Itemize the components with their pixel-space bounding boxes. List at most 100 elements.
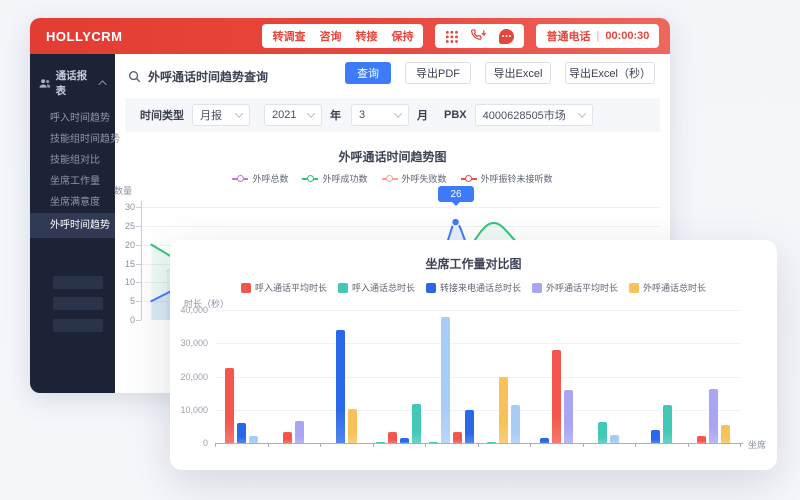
year-select[interactable]: 2021 (264, 104, 322, 126)
bar-group-7 (530, 310, 583, 443)
bar-lightblue[interactable] (610, 435, 619, 443)
bar-purple[interactable] (295, 421, 304, 443)
chevron-up-icon (98, 80, 106, 88)
bar-blue[interactable] (540, 438, 549, 443)
bar-yellow[interactable] (721, 425, 730, 443)
y-axis-tick-label: 10,000 (170, 405, 208, 415)
bar-yellow[interactable] (499, 377, 508, 444)
phone-call-icon[interactable] (470, 29, 487, 44)
y-axis-tick-label: 15 (93, 259, 135, 269)
bar-teal[interactable] (376, 442, 385, 444)
bar-red[interactable] (388, 432, 397, 443)
legend-swatch-icon (426, 283, 436, 293)
bar-purple[interactable] (709, 389, 718, 443)
bar-red[interactable] (283, 432, 292, 443)
sidebar-item-技能组对比[interactable]: 技能组对比 (30, 150, 115, 171)
year-value: 2021 (272, 109, 296, 121)
y-axis-tick-label: 20 (93, 240, 135, 250)
y-axis-tick-label: 25 (93, 221, 135, 231)
chevron-down-icon (307, 109, 315, 117)
bar-group-4 (373, 310, 426, 443)
bar-red[interactable] (697, 436, 706, 443)
legend-label: 外呼通话平均时长 (546, 281, 618, 294)
page-title-row: 外呼通话时间趋势查询 (128, 68, 268, 85)
bar-red[interactable] (225, 368, 234, 443)
legend-item-外呼通话平均时长[interactable]: 外呼通话平均时长 (532, 281, 618, 294)
y-axis-tick-label: 10 (93, 277, 135, 287)
y-axis-tick-label: 30,000 (170, 338, 208, 348)
search-icon (128, 70, 141, 83)
bar-blue[interactable] (465, 410, 474, 443)
y-axis-tick-label: 20,000 (170, 372, 208, 382)
bar-group-3 (320, 310, 373, 443)
sidebar-item-呼入时间趋势[interactable]: 呼入时间趋势 (30, 108, 115, 129)
bar-chart-x-axis (215, 443, 743, 444)
bar-group-6 (478, 310, 531, 443)
y-axis-tick-label: 0 (170, 438, 208, 448)
legend-item-呼入通话总时长[interactable]: 呼入通话总时长 (338, 281, 415, 294)
report-group-icon (39, 78, 51, 89)
x-axis-tick (740, 444, 741, 447)
x-axis-tick (478, 444, 479, 447)
month-suffix-label: 月 (417, 107, 428, 123)
call-type-label: 普通电话 (546, 28, 590, 44)
legend-item-外呼通话总时长[interactable]: 外呼通话总时长 (629, 281, 706, 294)
bar-chart-legend: 呼入通话平均时长呼入通话总时长转接来电通话总时长 外呼通话平均时长 外呼通话总时长 (170, 281, 777, 294)
legend-item-转接来电通话总时长[interactable]: 转接来电通话总时长 (426, 281, 521, 294)
bar-teal[interactable] (412, 404, 421, 443)
bar-purple[interactable] (564, 390, 573, 443)
x-axis-tick (425, 444, 426, 447)
bar-blue[interactable] (237, 423, 246, 443)
bar-blue[interactable] (651, 430, 660, 443)
y-axis-tick-label: 30 (93, 202, 135, 212)
bar-teal[interactable] (598, 422, 607, 443)
bar-teal[interactable] (487, 442, 496, 444)
call-action-转接[interactable]: 转接 (355, 28, 377, 44)
sidebar-group-call-reports[interactable]: 通话报表 (30, 54, 115, 108)
bar-group-9 (635, 310, 688, 443)
x-axis-tick (215, 444, 216, 447)
bar-group-1 (215, 310, 268, 443)
search-button[interactable]: 查询 (345, 62, 391, 84)
bar-group-8 (583, 310, 636, 443)
bar-blue[interactable] (400, 438, 409, 443)
legend-label: 外呼通话总时长 (643, 281, 706, 294)
month-select[interactable]: 3 (351, 104, 409, 126)
bar-yellow[interactable] (348, 409, 357, 443)
export-pdf-button[interactable]: 导出PDF (405, 62, 471, 84)
sidebar-item-技能组时间趋势[interactable]: 技能组时间趋势 (30, 129, 115, 150)
month-value: 3 (359, 109, 365, 121)
call-action-转调查[interactable]: 转调查 (272, 28, 305, 44)
export-excel-seconds-button[interactable]: 导出Excel（秒） (565, 62, 655, 84)
bar-teal[interactable] (429, 442, 438, 444)
bar-lightblue[interactable] (511, 405, 520, 443)
chat-message-icon[interactable] (499, 29, 514, 44)
line-chart-y-axis-label: 数量 (114, 184, 132, 197)
highlighted-data-point[interactable] (452, 218, 460, 226)
bar-blue[interactable] (336, 330, 345, 443)
bar-chart-plot (215, 310, 740, 443)
call-action-保持[interactable]: 保持 (391, 28, 413, 44)
bar-red[interactable] (453, 432, 462, 443)
time-type-select[interactable]: 月报 (192, 104, 250, 126)
dialpad-grid-icon[interactable] (445, 30, 458, 43)
x-axis-tick (320, 444, 321, 447)
bar-red[interactable] (552, 350, 561, 443)
time-type-value: 月报 (200, 107, 222, 123)
bar-lightblue[interactable] (441, 317, 450, 443)
bar-group-2 (268, 310, 321, 443)
export-excel-button[interactable]: 导出Excel (485, 62, 551, 84)
agent-workload-card: 坐席工作量对比图 呼入通话平均时长呼入通话总时长转接来电通话总时长外呼通话平均时… (170, 240, 777, 470)
pbx-select[interactable]: 4000628505市场 (475, 104, 593, 126)
legend-item-呼入通话平均时长[interactable]: 呼入通话平均时长 (241, 281, 327, 294)
call-action-咨询[interactable]: 咨询 (319, 28, 341, 44)
bar-group-10 (688, 310, 741, 443)
bar-lightblue[interactable] (249, 436, 258, 443)
sidebar-item-坐席工作量[interactable]: 坐席工作量 (30, 171, 115, 192)
chevron-down-icon (577, 109, 585, 117)
pbx-label: PBX (444, 109, 467, 121)
sidebar-group-label: 通话报表 (56, 68, 97, 98)
bar-teal[interactable] (663, 405, 672, 443)
chart-tooltip: 26 (438, 186, 474, 202)
line-chart-title: 外呼通话时间趋势图 (115, 148, 670, 165)
